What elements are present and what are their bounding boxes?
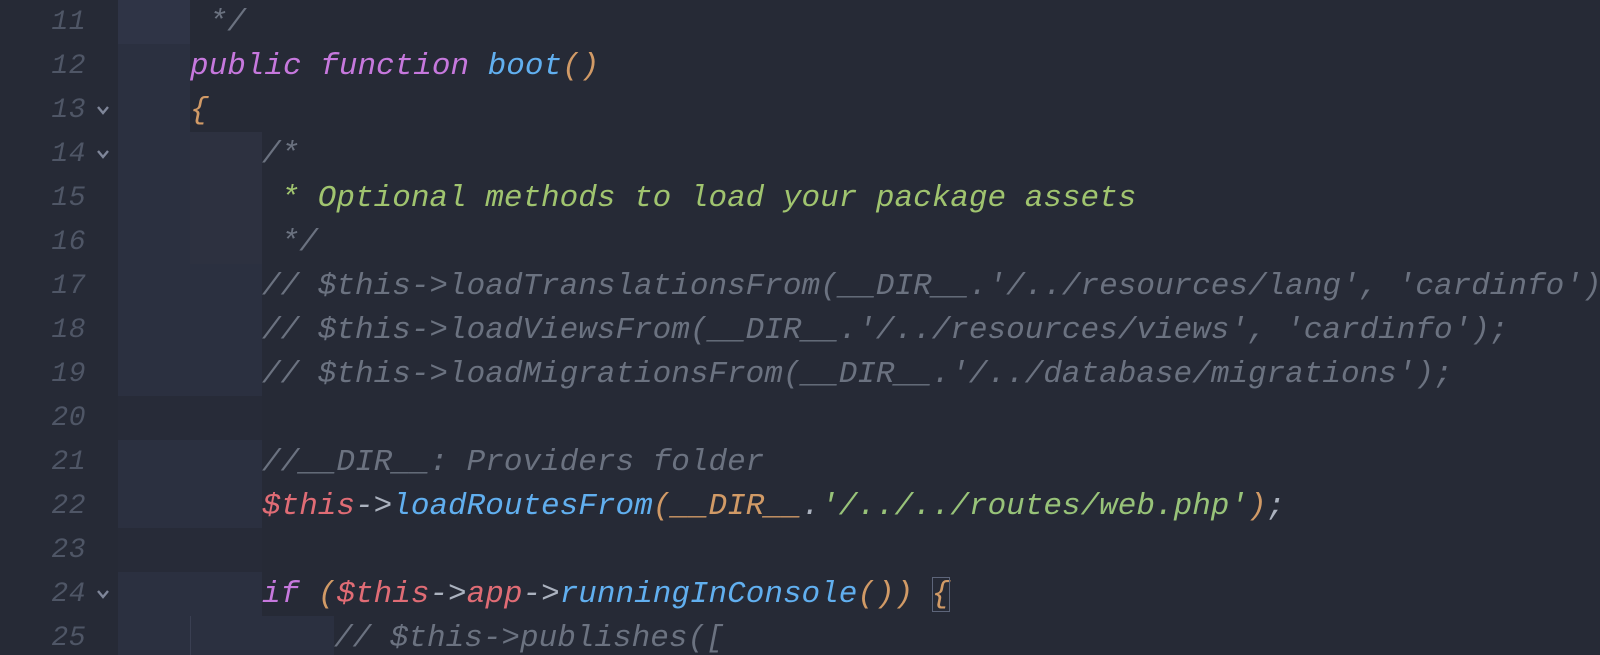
code-line[interactable]: { [118,88,1600,132]
comment: //__DIR__: Providers folder [262,445,764,480]
doc-comment: * Optional methods to load your package … [262,181,1136,216]
line-number: 11 [51,7,86,38]
semicolon: ; [1267,489,1286,524]
code-line[interactable]: // $this->loadViewsFrom(__DIR__.'/../res… [118,308,1600,352]
paren-open: ( [653,489,672,524]
line-number: 19 [51,359,86,390]
code-line[interactable]: */ [118,0,1600,44]
line-number: 20 [51,403,86,434]
brace-open: { [932,577,951,612]
line-number: 15 [51,183,86,214]
string: '/../../routes/web.php' [820,489,1248,524]
variable-this: $this [262,489,355,524]
code-line[interactable]: // $this->loadMigrationsFrom(__DIR__.'/.… [118,352,1600,396]
keyword-function: function [320,49,469,84]
variable-this: $this [336,577,429,612]
doc-comment-close: */ [262,225,318,260]
code-line[interactable]: public function boot() [118,44,1600,88]
code-editor: 11 12 13 14 15 16 17 18 19 20 21 22 23 2… [0,0,1600,655]
method-call: loadRoutesFrom [392,489,652,524]
magic-const: __DIR__ [671,489,801,524]
comment: // $this->loadMigrationsFrom(__DIR__.'/.… [262,357,1453,392]
code-line[interactable]: * Optional methods to load your package … [118,176,1600,220]
line-number: 22 [51,491,86,522]
keyword-public: public [190,49,302,84]
method-call: runningInConsole [560,577,858,612]
code-line[interactable]: if ($this->app->runningInConsole()) { [118,572,1600,616]
code-line[interactable]: */ [118,220,1600,264]
line-number: 23 [51,535,86,566]
method-name: boot [488,49,562,84]
paren-close: ) [1248,489,1267,524]
call-parens: () [857,577,894,612]
brace-open: { [190,93,209,128]
line-number: 17 [51,271,86,302]
code-line[interactable]: // $this->publishes([ [118,616,1600,655]
fold-toggle[interactable] [94,101,112,119]
paren-close: ) [895,577,914,612]
code-line[interactable] [118,396,1600,440]
fold-toggle[interactable] [94,145,112,163]
paren-open: ( [318,577,337,612]
keyword-if: if [262,577,299,612]
code-area[interactable]: */ public function boot() { /* * Optiona… [118,0,1600,655]
line-number: 12 [51,51,86,82]
comment: // $this->loadViewsFrom(__DIR__.'/../res… [262,313,1508,348]
comment: */ [190,5,246,40]
parens: () [562,49,599,84]
dot: . [802,489,821,524]
line-number: 13 [51,95,86,126]
code-line[interactable]: $this->loadRoutesFrom(__DIR__.'/../../ro… [118,484,1600,528]
line-number: 18 [51,315,86,346]
line-number: 25 [51,623,86,654]
property-app: app [467,577,523,612]
comment: // $this->publishes([ [334,621,725,655]
arrow: -> [522,577,559,612]
line-number: 24 [51,579,86,610]
doc-comment-open: /* [262,137,299,172]
arrow: -> [355,489,392,524]
line-number: 14 [51,139,86,170]
arrow: -> [429,577,466,612]
line-number: 16 [51,227,86,258]
code-line[interactable]: // $this->loadTranslationsFrom(__DIR__.'… [118,264,1600,308]
gutter: 11 12 13 14 15 16 17 18 19 20 21 22 23 2… [0,0,118,655]
code-line[interactable]: //__DIR__: Providers folder [118,440,1600,484]
line-number: 21 [51,447,86,478]
code-line[interactable] [118,528,1600,572]
code-line[interactable]: /* [118,132,1600,176]
fold-toggle[interactable] [94,585,112,603]
comment: // $this->loadTranslationsFrom(__DIR__.'… [262,269,1600,304]
